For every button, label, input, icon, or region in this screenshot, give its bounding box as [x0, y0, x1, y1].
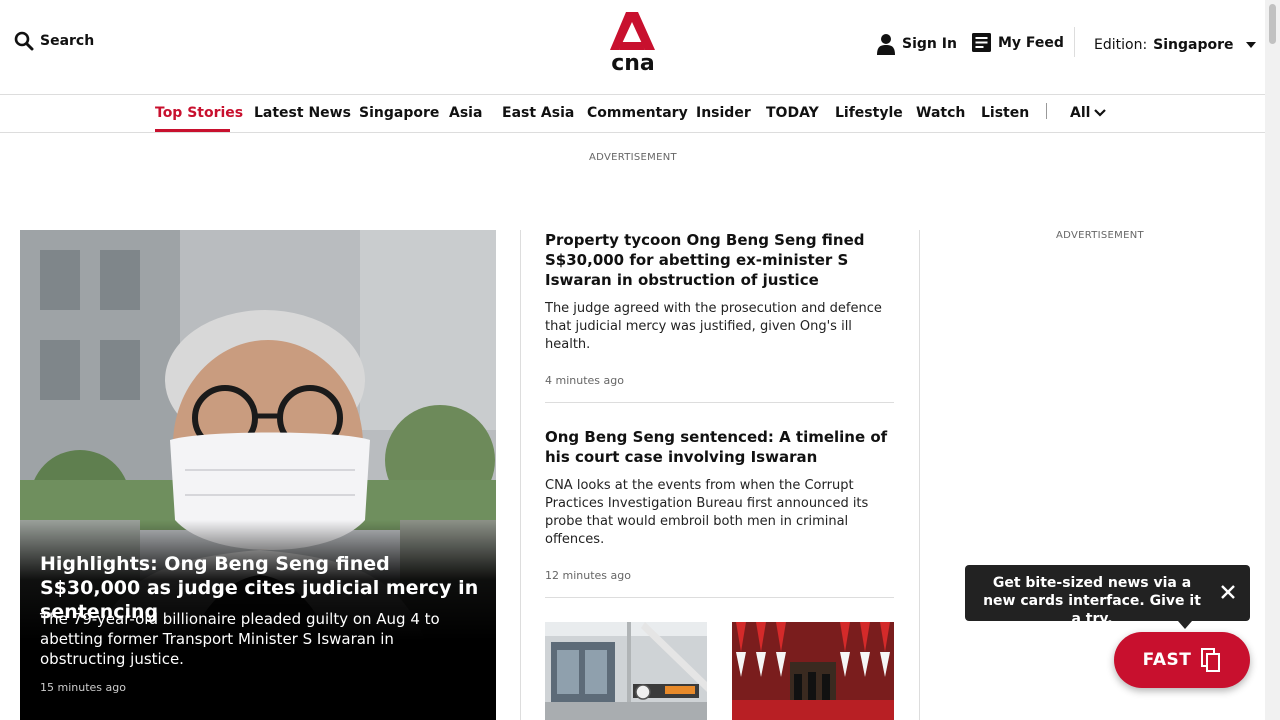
fast-button-label: FAST — [1142, 650, 1192, 670]
story-divider — [545, 597, 894, 598]
fast-promo-text: Get bite-sized news via a new cards inte… — [983, 575, 1201, 627]
nav-item-asia[interactable]: Asia — [449, 105, 482, 121]
story-description: CNA looks at the events from when the Co… — [545, 478, 869, 547]
hero-story[interactable]: Highlights: Ong Beng Seng fined S$30,000… — [20, 230, 496, 720]
nav-separator — [1046, 103, 1047, 119]
edition-label: Edition: — [1094, 37, 1148, 53]
sign-in-button[interactable]: Sign In — [877, 33, 957, 55]
nav-item-latest-news[interactable]: Latest News — [254, 105, 351, 121]
nav-all-dropdown[interactable]: All — [1070, 105, 1107, 121]
main-nav: Top Stories Latest News Singapore Asia E… — [0, 95, 1265, 133]
my-feed-button[interactable]: My Feed — [972, 33, 1064, 52]
nav-item-today[interactable]: TODAY — [766, 105, 819, 121]
story-thumbnail[interactable] — [545, 622, 707, 720]
sign-in-label: Sign In — [902, 36, 957, 52]
hero-description: The 79-year-old billionaire pleaded guil… — [40, 610, 440, 668]
site-header: Search cna Sign In My Feed Edition: Sing… — [0, 0, 1265, 95]
nav-item-east-asia[interactable]: East Asia — [502, 105, 574, 121]
caret-down-icon — [1245, 42, 1256, 48]
story-title[interactable]: Ong Beng Seng sentenced: A timeline of h… — [545, 427, 894, 467]
nav-item-singapore[interactable]: Singapore — [359, 105, 439, 121]
nav-item-top-stories[interactable]: Top Stories — [155, 105, 243, 121]
user-icon — [877, 34, 895, 55]
cards-icon — [1201, 648, 1221, 672]
feed-icon — [972, 33, 991, 52]
fast-button[interactable]: FAST — [1114, 632, 1250, 688]
story-description: The judge agreed with the prosecution an… — [545, 301, 882, 352]
nav-item-insider[interactable]: Insider — [696, 105, 751, 121]
story-thumbnail[interactable] — [732, 622, 894, 720]
search-button[interactable]: Search — [14, 31, 94, 51]
story-card[interactable]: Property tycoon Ong Beng Seng fined S$30… — [545, 230, 894, 387]
story-title[interactable]: Property tycoon Ong Beng Seng fined S$30… — [545, 230, 894, 290]
search-label: Search — [40, 33, 95, 49]
page-scrollbar[interactable] — [1265, 0, 1280, 720]
edition-selector[interactable]: Edition: Singapore — [1094, 37, 1256, 53]
column-divider-left — [520, 230, 521, 720]
chevron-down-icon — [1094, 109, 1107, 117]
hero-timestamp: 15 minutes ago — [40, 681, 126, 694]
search-icon — [14, 31, 34, 51]
column-divider-right — [919, 230, 920, 720]
story-card[interactable]: Ong Beng Seng sentenced: A timeline of h… — [545, 427, 894, 582]
story-timestamp: 4 minutes ago — [545, 374, 624, 387]
my-feed-label: My Feed — [998, 34, 1064, 51]
fast-promo-tooltip: Get bite-sized news via a new cards inte… — [965, 565, 1250, 629]
edition-value: Singapore — [1153, 37, 1234, 53]
nav-item-commentary[interactable]: Commentary — [587, 105, 688, 121]
close-icon[interactable] — [1219, 583, 1237, 601]
side-ad-label: ADVERTISEMENT — [1056, 230, 1144, 241]
story-timestamp: 12 minutes ago — [545, 569, 631, 582]
nav-item-lifestyle[interactable]: Lifestyle — [835, 105, 903, 121]
tooltip-arrow — [1178, 621, 1192, 629]
logo-text: cna — [611, 51, 655, 74]
nav-item-watch[interactable]: Watch — [916, 105, 965, 121]
header-divider — [1074, 27, 1075, 57]
nav-all-label: All — [1070, 105, 1091, 121]
nav-item-listen[interactable]: Listen — [981, 105, 1029, 121]
scrollbar-thumb[interactable] — [1269, 4, 1276, 44]
top-ad-label: ADVERTISEMENT — [589, 152, 677, 163]
active-tab-indicator — [155, 129, 230, 132]
story-divider — [545, 402, 894, 403]
cna-logo[interactable]: cna — [608, 10, 658, 76]
